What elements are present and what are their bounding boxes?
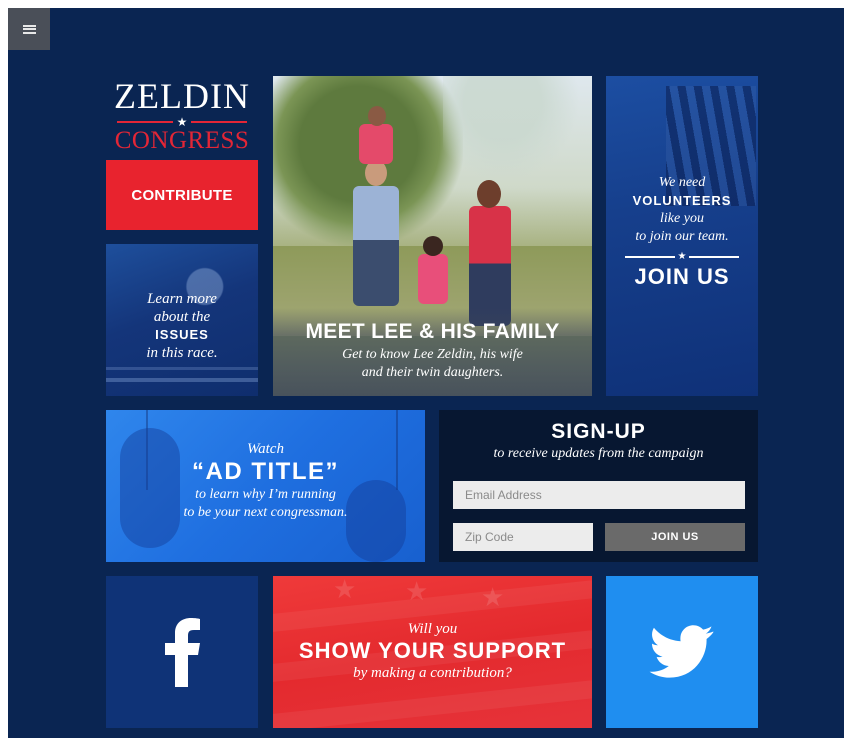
star-icon: ★: [333, 576, 357, 604]
star-icon: ★: [481, 582, 505, 612]
logo-name: ZELDIN: [114, 76, 250, 116]
menu-button[interactable]: [8, 8, 50, 50]
issues-text: Learn more about the ISSUES in this race…: [106, 290, 258, 362]
family-title: MEET LEE & HIS FAMILY: [305, 320, 560, 343]
family-subtitle-line2: and their twin daughters.: [361, 365, 504, 380]
support-headline: SHOW YOUR SUPPORT: [298, 638, 567, 663]
support-text: Will you SHOW YOUR SUPPORT by making a c…: [273, 620, 592, 682]
watch-line3: to learn why I’m running: [195, 487, 336, 502]
show-support-tile[interactable]: ★ ★ ★ Will you SHOW YOUR SUPPORT by maki…: [273, 576, 592, 728]
watch-text: Watch “AD TITLE” to learn why I’m runnin…: [106, 440, 425, 522]
watch-line4: to be your next congressman.: [183, 505, 348, 520]
page-container: ZELDIN ★ CONGRESS CONTRIBUTE Learn more …: [8, 8, 844, 738]
contribute-button[interactable]: CONTRIBUTE: [106, 160, 258, 230]
issues-line1: Learn more: [147, 291, 217, 307]
volunteers-line1: We need: [658, 175, 706, 190]
contribute-label: CONTRIBUTE: [131, 186, 233, 204]
photo-daughter-on-shoulders: [359, 124, 393, 164]
photo-daughter: [418, 254, 448, 304]
issues-keyword: ISSUES: [155, 327, 209, 342]
hamburger-menu-icon: [22, 24, 36, 34]
signup-title: SIGN-UP: [551, 420, 646, 443]
twitter-link[interactable]: [606, 576, 758, 728]
facebook-link[interactable]: [106, 576, 258, 728]
join-us-link[interactable]: JOIN US: [606, 264, 758, 290]
watch-line1: Watch: [247, 441, 284, 457]
star-icon: ★: [405, 576, 429, 606]
family-subtitle: Get to know Lee Zeldin, his wife and the…: [273, 346, 592, 382]
star-icon: ★: [677, 251, 687, 262]
volunteers-line3: like you: [660, 211, 704, 226]
volunteers-line4: to join our team.: [635, 229, 729, 244]
family-subtitle-line1: Get to know Lee Zeldin, his wife: [342, 347, 523, 362]
support-line3: by making a contribution?: [353, 665, 512, 681]
support-line1: Will you: [407, 621, 458, 637]
meet-family-tile[interactable]: MEET LEE & HIS FAMILY Get to know Lee Ze…: [273, 76, 592, 396]
campaign-logo[interactable]: ZELDIN ★ CONGRESS: [106, 76, 258, 158]
signup-join-button[interactable]: JOIN US: [605, 523, 745, 551]
volunteers-keyword: VOLUNTEERS: [632, 193, 732, 208]
volunteers-text: We need VOLUNTEERS like you to join our …: [606, 174, 758, 290]
volunteers-divider: ★: [606, 252, 758, 262]
volunteers-tile[interactable]: We need VOLUNTEERS like you to join our …: [606, 76, 758, 396]
zip-code-field[interactable]: [453, 523, 593, 551]
issues-line2: about the: [153, 309, 211, 325]
issues-tile[interactable]: Learn more about the ISSUES in this race…: [106, 244, 258, 396]
ad-title: “AD TITLE”: [192, 458, 339, 485]
logo-congress: CONGRESS: [114, 127, 250, 154]
twitter-bird-icon: [649, 625, 714, 678]
issues-line4: in this race.: [146, 345, 218, 361]
photo-father: [353, 186, 399, 306]
watch-ad-tile[interactable]: Watch “AD TITLE” to learn why I’m runnin…: [106, 410, 425, 562]
facebook-icon: [165, 618, 200, 687]
signup-form: SIGN-UP to receive updates from the camp…: [439, 410, 758, 562]
email-field[interactable]: [453, 481, 745, 509]
signup-subtitle: to receive updates from the campaign: [493, 446, 704, 461]
